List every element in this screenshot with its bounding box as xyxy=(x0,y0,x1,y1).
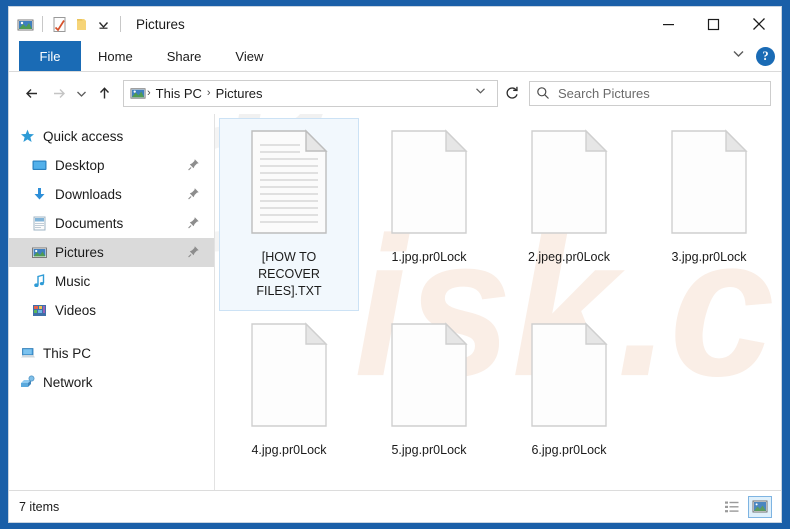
sidebar-item-music[interactable]: Music xyxy=(9,267,214,296)
refresh-button[interactable] xyxy=(498,81,525,106)
address-bar[interactable]: › This PC › Pictures xyxy=(123,79,498,107)
desktop-icon xyxy=(31,157,48,174)
file-name: 6.jpg.pr0Lock xyxy=(531,443,607,457)
pictures-library-icon xyxy=(128,85,146,101)
sidebar-label-videos: Videos xyxy=(55,303,97,318)
properties-checkmark-icon[interactable] xyxy=(51,16,68,33)
file-item[interactable]: 4.jpg.pr0Lock xyxy=(219,311,359,490)
blank-file-icon xyxy=(528,129,610,247)
search-input[interactable]: Search Pictures xyxy=(558,86,650,101)
customize-chevron-icon[interactable] xyxy=(95,16,112,33)
recent-locations-button[interactable] xyxy=(71,80,91,106)
toolbar-separator-1 xyxy=(42,16,43,32)
maximize-button[interactable] xyxy=(691,7,736,41)
chevron-down-icon[interactable] xyxy=(731,46,746,66)
sidebar-item-desktop[interactable]: Desktop xyxy=(9,151,214,180)
file-list-view[interactable]: P isk.com C xyxy=(214,114,781,490)
blank-file-icon xyxy=(528,322,610,440)
sidebar-label-pictures: Pictures xyxy=(55,245,104,260)
file-item[interactable]: [HOW TO RECOVER FILES].TXT xyxy=(219,118,359,311)
music-icon xyxy=(31,273,48,290)
forward-button[interactable] xyxy=(45,80,71,106)
sidebar-label-downloads: Downloads xyxy=(55,187,122,202)
file-item[interactable]: 5.jpg.pr0Lock xyxy=(359,311,499,490)
file-name: 4.jpg.pr0Lock xyxy=(251,443,327,457)
file-item[interactable]: 3.jpg.pr0Lock xyxy=(639,118,779,311)
file-item[interactable]: 2.jpeg.pr0Lock xyxy=(499,118,639,311)
text-file-icon xyxy=(248,129,330,247)
videos-icon xyxy=(31,302,48,319)
sidebar-label-quick-access: Quick access xyxy=(43,129,124,144)
file-name: 2.jpeg.pr0Lock xyxy=(527,250,610,264)
file-item[interactable]: 1.jpg.pr0Lock xyxy=(359,118,499,311)
sidebar-label-network: Network xyxy=(43,375,93,390)
window-controls xyxy=(646,7,781,41)
sidebar-item-quick-access[interactable]: Quick access xyxy=(9,122,214,151)
sidebar-label-music: Music xyxy=(55,274,91,289)
new-folder-icon[interactable] xyxy=(73,16,90,33)
star-icon xyxy=(19,128,36,145)
pictures-icon xyxy=(31,244,48,261)
toolbar-separator-2 xyxy=(120,16,121,32)
breadcrumb-item-this-pc[interactable]: This PC xyxy=(152,86,206,101)
view-mode-buttons xyxy=(720,491,772,522)
blank-file-icon xyxy=(668,129,750,247)
sidebar-item-videos[interactable]: Videos xyxy=(9,296,214,325)
pin-icon[interactable] xyxy=(187,158,200,174)
pin-icon[interactable] xyxy=(187,187,200,203)
title-bar: Pictures xyxy=(9,7,781,41)
blank-file-icon xyxy=(248,322,330,440)
minimize-button[interactable] xyxy=(646,7,691,41)
pin-icon[interactable] xyxy=(187,245,200,261)
ribbon-tab-bar: File Home Share View ? xyxy=(9,41,781,72)
up-button[interactable] xyxy=(91,80,117,106)
details-view-icon[interactable] xyxy=(720,496,744,518)
quick-access-toolbar: Pictures xyxy=(9,16,185,33)
sidebar-item-documents[interactable]: Documents xyxy=(9,209,214,238)
sidebar-item-downloads[interactable]: Downloads xyxy=(9,180,214,209)
documents-icon xyxy=(31,215,48,232)
navigation-bar: › This PC › Pictures Search Pictures xyxy=(9,72,781,114)
file-name: 1.jpg.pr0Lock xyxy=(391,250,467,264)
downloads-icon xyxy=(31,186,48,203)
sidebar-item-this-pc[interactable]: This PC xyxy=(9,339,214,368)
file-explorer-window: Pictures File Home Share View ? › This P… xyxy=(8,6,782,523)
pin-icon[interactable] xyxy=(187,216,200,232)
this-pc-icon xyxy=(19,345,36,362)
help-icon[interactable]: ? xyxy=(756,46,775,66)
file-name: [HOW TO RECOVER FILES].TXT xyxy=(256,250,322,298)
window-title: Pictures xyxy=(136,16,185,32)
file-name: 5.jpg.pr0Lock xyxy=(391,443,467,457)
blank-file-icon xyxy=(388,129,470,247)
large-icons-view-icon[interactable] xyxy=(748,495,772,518)
tab-home[interactable]: Home xyxy=(81,41,150,71)
ribbon-right-controls: ? xyxy=(731,41,775,71)
sidebar-label-desktop: Desktop xyxy=(55,158,105,173)
tab-view[interactable]: View xyxy=(218,41,280,71)
network-icon xyxy=(19,374,36,391)
blank-file-icon xyxy=(388,322,470,440)
address-dropdown-icon[interactable] xyxy=(468,84,493,102)
item-count-label: 7 items xyxy=(19,499,60,514)
navigation-pane: Quick access Desktop Downloads Documents… xyxy=(9,114,214,490)
close-button[interactable] xyxy=(736,7,781,41)
picture-icon xyxy=(17,16,34,33)
breadcrumb-item-pictures[interactable]: Pictures xyxy=(212,86,267,101)
sidebar-item-network[interactable]: Network xyxy=(9,368,214,397)
sidebar-label-documents: Documents xyxy=(55,216,124,231)
back-button[interactable] xyxy=(19,80,45,106)
sidebar-item-pictures[interactable]: Pictures xyxy=(9,238,214,267)
explorer-body: Quick access Desktop Downloads Documents… xyxy=(9,114,781,490)
file-name: 3.jpg.pr0Lock xyxy=(671,250,747,264)
search-icon xyxy=(536,86,550,100)
tab-share[interactable]: Share xyxy=(150,41,219,71)
search-box[interactable]: Search Pictures xyxy=(529,80,771,106)
file-item[interactable]: 6.jpg.pr0Lock xyxy=(499,311,639,490)
status-bar: 7 items xyxy=(9,490,781,522)
file-grid: [HOW TO RECOVER FILES].TXT 1.jpg.pr0Lock xyxy=(215,114,781,490)
tab-file[interactable]: File xyxy=(19,41,81,71)
sidebar-label-this-pc: This PC xyxy=(43,346,92,361)
